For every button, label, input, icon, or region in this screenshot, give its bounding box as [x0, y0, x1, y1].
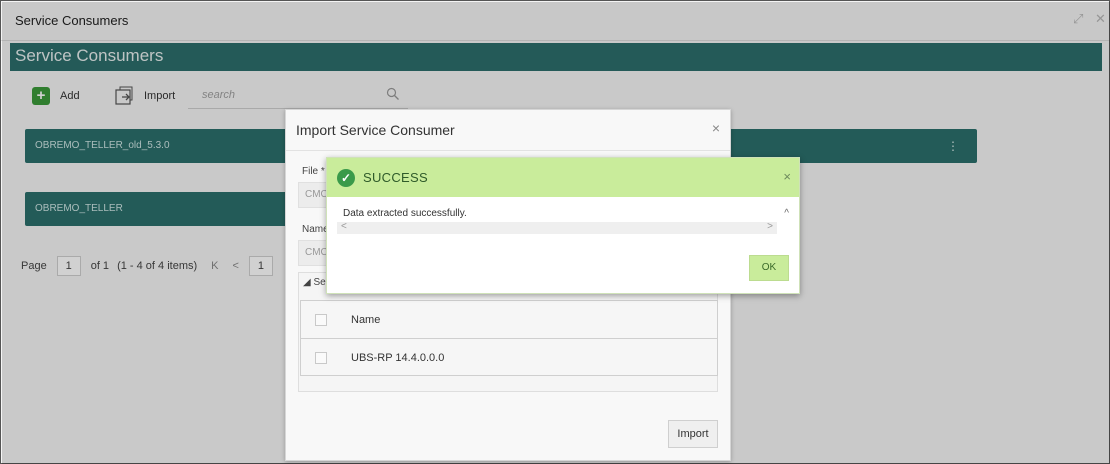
- check-circle-icon: ✓: [337, 169, 355, 187]
- services-table: Name UBS-RP 14.4.0.0.0: [300, 300, 718, 376]
- success-popup: ✓ SUCCESS × Data extracted successfully.…: [326, 157, 800, 294]
- file-label: File *: [302, 166, 325, 177]
- table-row[interactable]: UBS-RP 14.4.0.0.0: [301, 339, 717, 377]
- table-cell-name: UBS-RP 14.4.0.0.0: [351, 352, 445, 364]
- dialog-title: Import Service Consumer: [296, 122, 455, 138]
- divider: [286, 150, 730, 151]
- scroll-left-icon[interactable]: <: [341, 221, 347, 232]
- ok-button[interactable]: OK: [749, 255, 789, 281]
- section-label[interactable]: ◢ Se: [303, 277, 326, 288]
- success-close-icon[interactable]: ×: [783, 169, 791, 184]
- success-header: ✓ SUCCESS ×: [327, 158, 799, 197]
- dialog-close-icon[interactable]: ×: [712, 120, 720, 136]
- success-message: Data extracted successfully.: [343, 208, 467, 219]
- row-checkbox[interactable]: [315, 352, 327, 364]
- import-button[interactable]: Import: [668, 420, 718, 448]
- horizontal-scrollbar[interactable]: < >: [337, 221, 777, 234]
- name-label: Name: [302, 224, 329, 235]
- select-all-checkbox[interactable]: [315, 313, 327, 326]
- message-box: Data extracted successfully. ^ < >: [337, 206, 791, 234]
- column-header-name: Name: [351, 313, 381, 326]
- table-header-row: Name: [301, 301, 717, 339]
- app-window: Service Consumers ⤢ ✕ Service Consumers …: [0, 0, 1110, 464]
- scroll-up-icon[interactable]: ^: [784, 208, 789, 219]
- success-title: SUCCESS: [363, 170, 428, 185]
- scroll-right-icon[interactable]: >: [767, 221, 773, 232]
